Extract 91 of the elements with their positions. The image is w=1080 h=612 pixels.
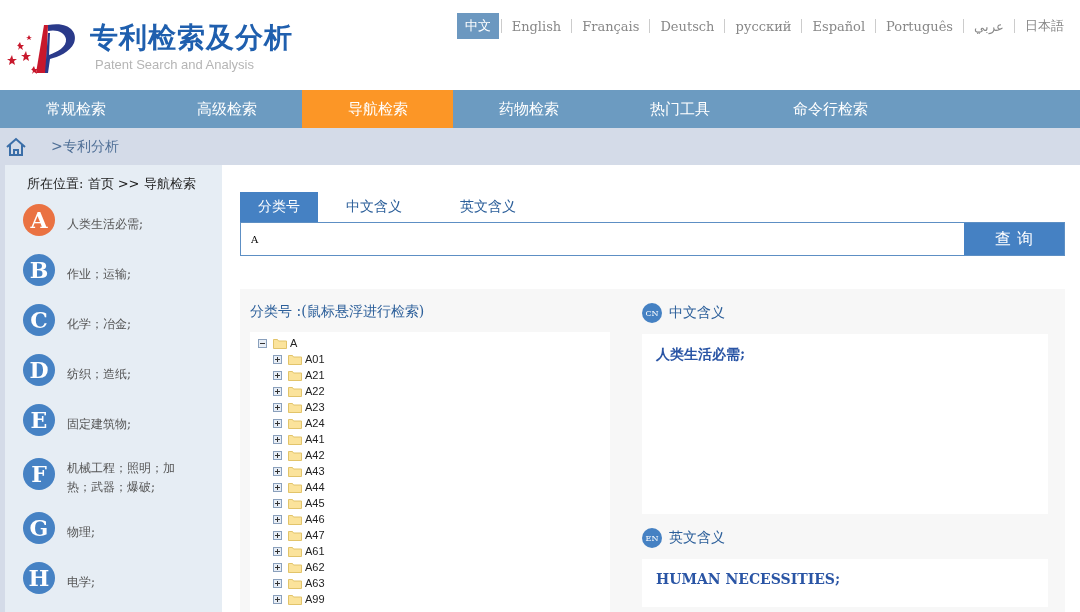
language-link[interactable]: 日本語 bbox=[1017, 13, 1072, 39]
expand-toggle[interactable] bbox=[273, 434, 282, 444]
search-tab[interactable]: 分类号 bbox=[240, 192, 318, 222]
folder-icon bbox=[288, 577, 302, 589]
section-label[interactable]: 人类生活必需; bbox=[67, 214, 195, 234]
folder-icon bbox=[288, 561, 302, 573]
section-letter[interactable]: H bbox=[23, 562, 55, 594]
expand-toggle[interactable] bbox=[273, 482, 282, 492]
folder-icon bbox=[288, 417, 302, 429]
folder-icon bbox=[288, 433, 302, 445]
section-letter[interactable]: C bbox=[23, 304, 55, 336]
language-badge: EN bbox=[642, 528, 662, 548]
folder-icon bbox=[288, 369, 302, 381]
language-link[interactable]: English bbox=[503, 14, 570, 38]
search-tab[interactable]: 中文含义 bbox=[328, 192, 420, 222]
tree-node-label[interactable]: A43 bbox=[305, 465, 325, 477]
language-link[interactable]: Deutsch bbox=[652, 14, 723, 38]
expand-toggle[interactable] bbox=[273, 562, 282, 572]
language-link[interactable]: عربي bbox=[966, 14, 1012, 38]
expand-toggle[interactable] bbox=[273, 370, 282, 380]
tree-node-label[interactable]: A21 bbox=[305, 369, 325, 381]
location-text: 所在位置: 首页 >> 导航检索 bbox=[27, 175, 197, 193]
expand-toggle[interactable] bbox=[273, 530, 282, 540]
home-icon[interactable] bbox=[5, 136, 27, 157]
folder-icon bbox=[288, 481, 302, 493]
section-label[interactable]: 固定建筑物; bbox=[67, 414, 195, 434]
meaning-text: 人类生活必需; bbox=[642, 334, 1048, 514]
tree-node-label[interactable]: A41 bbox=[305, 433, 325, 445]
tree-title: 分类号 :(鼠标悬浮进行检索) bbox=[250, 303, 425, 321]
breadcrumb[interactable]: >专利分析 bbox=[51, 137, 119, 156]
section-label[interactable]: 机械工程；照明；加热；武器；爆破; bbox=[67, 459, 195, 497]
search-button[interactable]: 查 询 bbox=[964, 223, 1064, 255]
section-letter[interactable]: E bbox=[23, 404, 55, 436]
section-label[interactable]: 作业；运输; bbox=[67, 264, 195, 284]
folder-icon bbox=[288, 529, 302, 541]
expand-toggle[interactable] bbox=[273, 594, 282, 604]
folder-icon bbox=[288, 401, 302, 413]
tree-node-label[interactable]: A63 bbox=[305, 577, 325, 589]
expand-toggle[interactable] bbox=[273, 354, 282, 364]
language-link[interactable]: Português bbox=[878, 14, 961, 38]
section-label[interactable]: 纺织；造纸; bbox=[67, 364, 195, 384]
tree-node-label[interactable]: A01 bbox=[305, 353, 325, 365]
language-badge: CN bbox=[642, 303, 662, 323]
folder-icon bbox=[288, 465, 302, 477]
expand-toggle[interactable] bbox=[273, 418, 282, 428]
tree-node-label[interactable]: A22 bbox=[305, 385, 325, 397]
folder-icon bbox=[288, 545, 302, 557]
folder-icon bbox=[288, 497, 302, 509]
section-letter[interactable]: G bbox=[23, 512, 55, 544]
expand-toggle[interactable] bbox=[273, 450, 282, 460]
folder-icon bbox=[288, 449, 302, 461]
language-link[interactable]: русский bbox=[727, 14, 800, 38]
site-subtitle: Patent Search and Analysis bbox=[95, 56, 255, 72]
section-label[interactable]: 物理; bbox=[67, 522, 195, 542]
section-letter[interactable]: D bbox=[23, 354, 55, 386]
tree-node-label[interactable]: A23 bbox=[305, 401, 325, 413]
tree-node-label[interactable]: A99 bbox=[305, 593, 325, 605]
meaning-title: 英文含义 bbox=[669, 529, 725, 547]
tree-node-label[interactable]: A46 bbox=[305, 513, 325, 525]
tree-node-label[interactable]: A bbox=[290, 337, 298, 349]
tree-node-label[interactable]: A61 bbox=[305, 545, 325, 557]
section-label[interactable]: 电学; bbox=[67, 572, 195, 592]
section-letter[interactable]: B bbox=[23, 254, 55, 286]
tree-node-label[interactable]: A24 bbox=[305, 417, 325, 429]
folder-icon bbox=[288, 593, 302, 605]
search-tab[interactable]: 英文含义 bbox=[442, 192, 534, 222]
meaning-title: 中文含义 bbox=[669, 304, 725, 322]
section-letter[interactable]: F bbox=[23, 458, 55, 490]
expand-toggle[interactable] bbox=[273, 498, 282, 508]
expand-toggle[interactable] bbox=[273, 466, 282, 476]
expand-toggle[interactable] bbox=[273, 386, 282, 396]
folder-icon bbox=[288, 385, 302, 397]
search-field[interactable]: A 查 询 bbox=[240, 222, 1065, 256]
expand-toggle[interactable] bbox=[273, 402, 282, 412]
tree-node-label[interactable]: A44 bbox=[305, 481, 325, 493]
site-title: 专利检索及分析 bbox=[90, 19, 293, 56]
tree-node-label[interactable]: A42 bbox=[305, 449, 325, 461]
expand-toggle[interactable] bbox=[273, 546, 282, 556]
folder-icon bbox=[273, 337, 287, 349]
expand-toggle[interactable] bbox=[273, 514, 282, 524]
tree-node-label[interactable]: A45 bbox=[305, 497, 325, 509]
section-label[interactable]: 化学；冶金; bbox=[67, 314, 195, 334]
language-link[interactable]: Français bbox=[574, 14, 648, 38]
meaning-text: HUMAN NECESSITIES; bbox=[642, 559, 1048, 607]
language-link[interactable]: Español bbox=[804, 14, 874, 38]
folder-icon bbox=[288, 353, 302, 365]
collapse-toggle[interactable] bbox=[258, 338, 267, 348]
tree-node-label[interactable]: A47 bbox=[305, 529, 325, 541]
folder-icon bbox=[288, 513, 302, 525]
tree-node-label[interactable]: A62 bbox=[305, 561, 325, 573]
expand-toggle[interactable] bbox=[273, 578, 282, 588]
